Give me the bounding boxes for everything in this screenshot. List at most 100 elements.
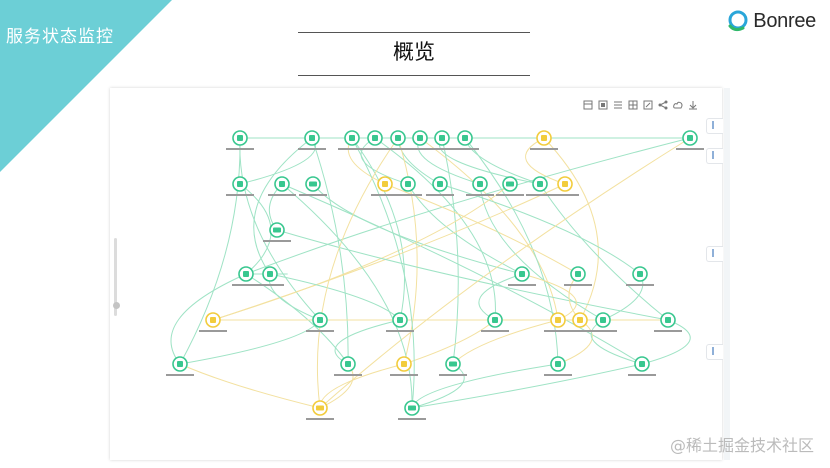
- node-label-placeholder: [166, 374, 194, 376]
- topology-node[interactable]: [626, 266, 654, 286]
- service-icon: [401, 361, 407, 367]
- topology-edge[interactable]: [479, 183, 604, 321]
- service-icon: [477, 181, 483, 187]
- topology-edge[interactable]: [407, 183, 523, 275]
- topology-edge[interactable]: [239, 137, 317, 185]
- topology-edge[interactable]: [543, 137, 599, 321]
- service-icon: [439, 135, 445, 141]
- topology-node[interactable]: [398, 400, 426, 420]
- node-label-placeholder: [306, 418, 334, 420]
- topology-edge[interactable]: [539, 183, 669, 321]
- side-panel-tab[interactable]: [706, 246, 723, 262]
- service-icon: [665, 317, 671, 323]
- topology-node[interactable]: [654, 312, 682, 332]
- database-icon: [449, 361, 457, 367]
- database-icon: [309, 181, 317, 187]
- side-panel-tab[interactable]: [706, 118, 723, 134]
- service-icon: [237, 135, 243, 141]
- side-panel-tab[interactable]: [706, 344, 723, 360]
- topology-node[interactable]: [564, 266, 592, 286]
- topology-node[interactable]: [526, 176, 554, 196]
- topology-edge[interactable]: [245, 273, 349, 365]
- service-topology-graph[interactable]: [110, 88, 722, 460]
- service-icon: [210, 317, 216, 323]
- topology-node[interactable]: [530, 130, 558, 150]
- topology-edge[interactable]: [281, 183, 643, 365]
- service-icon: [537, 181, 543, 187]
- service-icon: [687, 135, 693, 141]
- topology-node[interactable]: [268, 176, 296, 196]
- topology-edge[interactable]: [438, 137, 541, 185]
- node-label-placeholder: [628, 374, 656, 376]
- topology-node[interactable]: [338, 130, 366, 150]
- topology-edge[interactable]: [179, 319, 321, 365]
- node-label-placeholder: [564, 284, 592, 286]
- topology-node[interactable]: [166, 356, 194, 376]
- topology-edge[interactable]: [269, 273, 401, 321]
- topology-edge[interactable]: [441, 137, 459, 365]
- topology-edge[interactable]: [245, 137, 691, 275]
- node-label-placeholder: [299, 194, 327, 196]
- service-icon: [562, 181, 568, 187]
- node-label-placeholder: [306, 330, 334, 332]
- node-label-placeholder: [226, 194, 254, 196]
- service-icon: [405, 181, 411, 187]
- topology-node[interactable]: [226, 176, 254, 196]
- topology-node[interactable]: [406, 130, 434, 150]
- node-label-placeholder: [199, 330, 227, 332]
- node-label-placeholder: [481, 330, 509, 332]
- node-label-placeholder: [451, 148, 479, 150]
- topology-node[interactable]: [481, 312, 509, 332]
- topology-edge[interactable]: [179, 363, 321, 409]
- topology-edge[interactable]: [452, 319, 559, 365]
- node-label-placeholder: [394, 194, 422, 196]
- topology-node[interactable]: [298, 130, 326, 150]
- service-icon: [317, 317, 323, 323]
- node-label-placeholder: [298, 148, 326, 150]
- service-icon: [600, 317, 606, 323]
- node-label-placeholder: [626, 284, 654, 286]
- topology-edge[interactable]: [239, 183, 272, 275]
- node-label-placeholder: [390, 374, 418, 376]
- heading-rule-top: [298, 32, 530, 33]
- topology-node[interactable]: [306, 400, 334, 420]
- topology-edge[interactable]: [276, 229, 669, 321]
- topology-edge[interactable]: [557, 319, 593, 365]
- service-icon: [177, 361, 183, 367]
- topology-edge[interactable]: [464, 137, 541, 185]
- service-icon: [382, 181, 388, 187]
- database-icon: [273, 227, 281, 233]
- heading-rule-bottom: [298, 75, 530, 76]
- service-icon: [492, 317, 498, 323]
- topology-edge[interactable]: [439, 183, 641, 275]
- page-section-title: 服务状态监控: [6, 27, 114, 47]
- topology-node[interactable]: [334, 356, 362, 376]
- service-icon: [397, 317, 403, 323]
- brand-logo: Bonree: [725, 8, 816, 34]
- node-label-placeholder: [334, 374, 362, 376]
- topology-edge[interactable]: [411, 363, 643, 409]
- page-title: 概览: [393, 40, 435, 64]
- topology-edge[interactable]: [268, 273, 321, 321]
- service-icon: [639, 361, 645, 367]
- service-icon: [309, 135, 315, 141]
- database-icon: [408, 405, 416, 411]
- node-label-placeholder: [386, 330, 414, 332]
- service-icon: [555, 317, 561, 323]
- topology-edge[interactable]: [351, 137, 405, 321]
- side-panel-tab[interactable]: [706, 148, 723, 164]
- service-icon: [395, 135, 401, 141]
- topology-node[interactable]: [361, 130, 389, 150]
- topology-node[interactable]: [451, 130, 479, 150]
- node-label-placeholder: [466, 194, 494, 196]
- topology-edge[interactable]: [478, 273, 523, 321]
- node-label-placeholder: [256, 284, 284, 286]
- topology-edge[interactable]: [419, 137, 559, 321]
- topology-edge[interactable]: [590, 319, 643, 365]
- topology-panel: [110, 88, 722, 460]
- node-label-placeholder: [398, 418, 426, 420]
- service-icon: [437, 181, 443, 187]
- database-icon: [506, 181, 514, 187]
- service-icon: [577, 317, 583, 323]
- topology-edge[interactable]: [212, 183, 566, 321]
